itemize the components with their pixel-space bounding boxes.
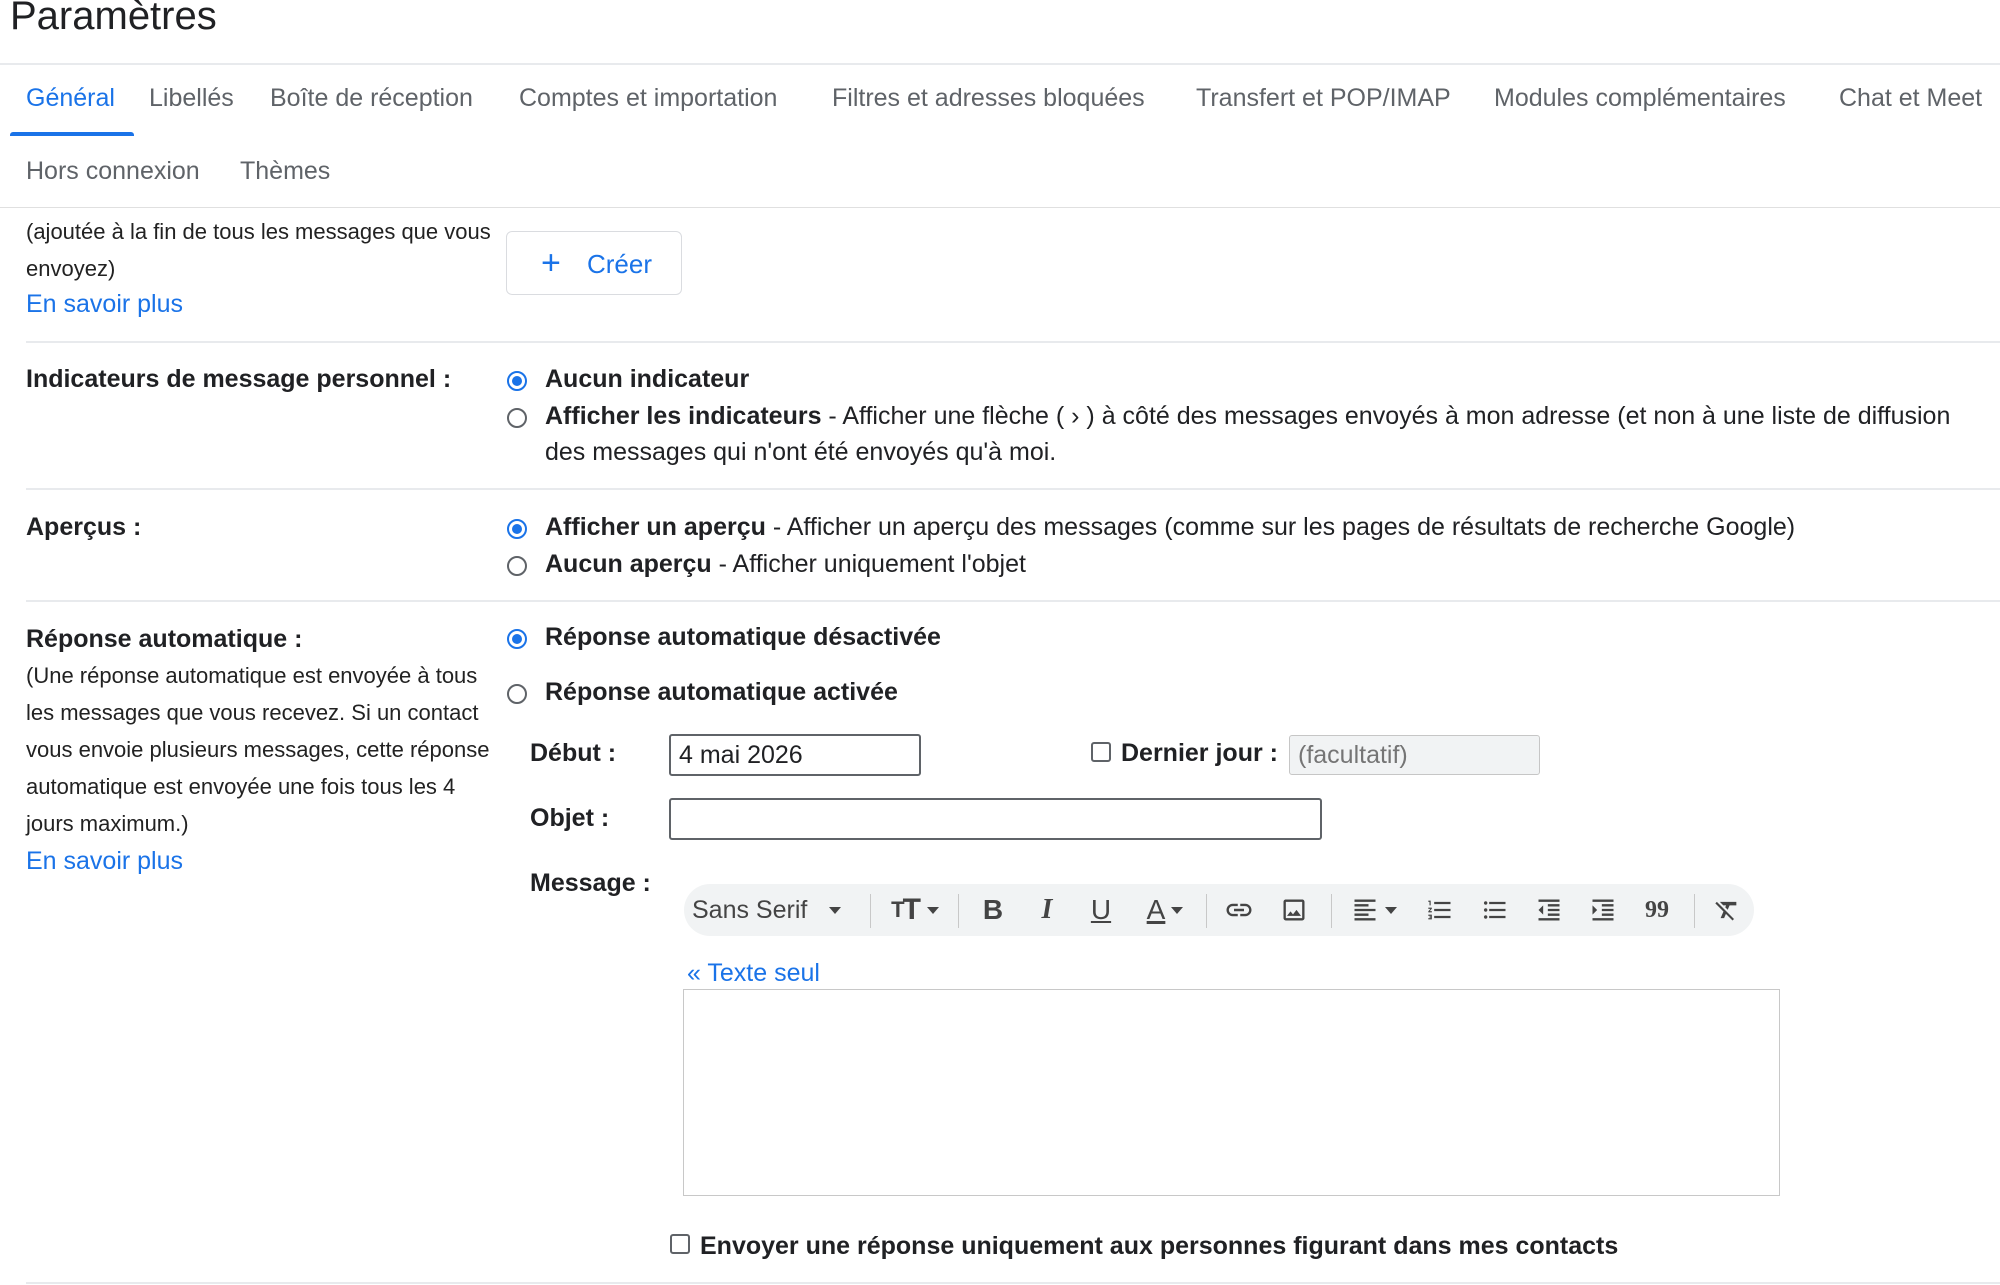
toolbar-divider [958, 894, 959, 928]
show-indicators-label: Afficher les indicateurs - Afficher une … [545, 402, 1951, 430]
plus-icon: + [541, 244, 561, 282]
signature-description: (ajoutée à la fin de tous les messages q… [26, 219, 491, 244]
auto-reply-description-2: les messages que vous recevez. Si un con… [26, 700, 479, 725]
underline-icon[interactable]: U [1076, 884, 1126, 936]
toolbar-divider [1694, 894, 1695, 928]
toolbar-divider [1206, 894, 1207, 928]
page-title: Paramètres [10, 0, 217, 38]
numbered-list-icon[interactable] [1415, 884, 1465, 936]
auto-reply-description-5: jours maximum.) [26, 811, 189, 836]
no-indicator-label: Aucun indicateur [545, 365, 750, 393]
no-indicator-radio[interactable] [507, 371, 527, 391]
last-day-input[interactable] [1289, 735, 1540, 775]
divider [26, 1282, 2000, 1284]
tab-accounts[interactable]: Comptes et importation [519, 84, 777, 113]
italic-icon[interactable]: I [1022, 884, 1072, 936]
message-editor[interactable] [683, 989, 1780, 1196]
auto-reply-on-radio[interactable] [507, 684, 527, 704]
contacts-only-label: Envoyer une réponse uniquement aux perso… [700, 1232, 1619, 1260]
show-indicators-radio[interactable] [507, 408, 527, 428]
tab-inbox[interactable]: Boîte de réception [270, 84, 473, 113]
chevron-down-icon [829, 906, 842, 914]
indent-less-icon[interactable] [1524, 884, 1574, 936]
create-signature-button[interactable]: + Créer [506, 231, 682, 295]
quote-icon[interactable]: 99 [1632, 884, 1682, 936]
previews-label: Aperçus : [26, 513, 142, 541]
tab-filters[interactable]: Filtres et adresses bloquées [832, 84, 1145, 113]
tab-chat-meet[interactable]: Chat et Meet [1839, 84, 1982, 113]
text-color-icon[interactable]: A [1130, 884, 1200, 936]
start-date-input[interactable] [669, 734, 921, 776]
subject-input[interactable] [669, 798, 1322, 840]
indent-more-icon[interactable] [1578, 884, 1628, 936]
auto-reply-description-4: automatique est envoyée une fois tous le… [26, 774, 456, 799]
tab-general[interactable]: Général [26, 84, 115, 113]
divider [26, 600, 2000, 602]
message-label: Message : [530, 869, 651, 897]
auto-reply-off-label: Réponse automatique désactivée [545, 623, 941, 651]
divider [0, 207, 2000, 208]
font-size-icon[interactable]: TT [880, 884, 950, 936]
font-family-label: Sans Serif [692, 895, 808, 924]
tab-forwarding[interactable]: Transfert et POP/IMAP [1196, 84, 1451, 113]
signature-description-2: envoyez) [26, 256, 116, 281]
subject-label: Objet : [530, 804, 610, 832]
font-family-select[interactable]: Sans Serif [692, 884, 862, 936]
remove-formatting-icon[interactable] [1702, 884, 1752, 936]
auto-reply-on-label: Réponse automatique activée [545, 678, 898, 706]
auto-reply-off-radio[interactable] [507, 629, 527, 649]
toolbar-divider [1331, 894, 1332, 928]
auto-reply-description-3: vous envoie plusieurs messages, cette ré… [26, 737, 490, 762]
last-day-label: Dernier jour : [1121, 739, 1278, 767]
align-icon[interactable] [1339, 884, 1409, 936]
plain-text-link[interactable]: « Texte seul [687, 959, 820, 988]
bold-icon[interactable]: B [968, 884, 1018, 936]
learn-more-link[interactable]: En savoir plus [26, 290, 183, 319]
learn-more-link[interactable]: En savoir plus [26, 847, 183, 876]
show-indicators-description: des messages qui n'ont été envoyés qu'à … [545, 438, 1057, 466]
show-preview-label: Afficher un aperçu - Afficher un aperçu … [545, 513, 1796, 541]
link-icon[interactable] [1214, 884, 1264, 936]
tab-themes[interactable]: Thèmes [240, 157, 330, 186]
toolbar-divider [870, 894, 871, 928]
no-preview-label: Aucun aperçu - Afficher uniquement l'obj… [545, 550, 1026, 578]
tab-labels[interactable]: Libellés [149, 84, 234, 113]
create-label: Créer [587, 249, 653, 279]
contacts-only-checkbox[interactable] [670, 1234, 690, 1254]
divider [26, 341, 2000, 343]
start-date-label: Début : [530, 739, 617, 767]
tab-offline[interactable]: Hors connexion [26, 157, 200, 186]
indicators-label: Indicateurs de message personnel : [26, 365, 452, 393]
divider [0, 63, 2000, 65]
auto-reply-label: Réponse automatique : [26, 625, 303, 653]
image-icon[interactable] [1269, 884, 1319, 936]
formatting-toolbar: Sans Serif TT B I U A 99 [684, 884, 1754, 936]
active-tab-indicator [10, 132, 134, 136]
auto-reply-description-1: (Une réponse automatique est envoyée à t… [26, 663, 478, 688]
divider [26, 488, 2000, 490]
last-day-checkbox[interactable] [1091, 742, 1111, 762]
tab-addons[interactable]: Modules complémentaires [1494, 84, 1786, 113]
no-preview-radio[interactable] [507, 556, 527, 576]
show-preview-radio[interactable] [507, 519, 527, 539]
bulleted-list-icon[interactable] [1470, 884, 1520, 936]
